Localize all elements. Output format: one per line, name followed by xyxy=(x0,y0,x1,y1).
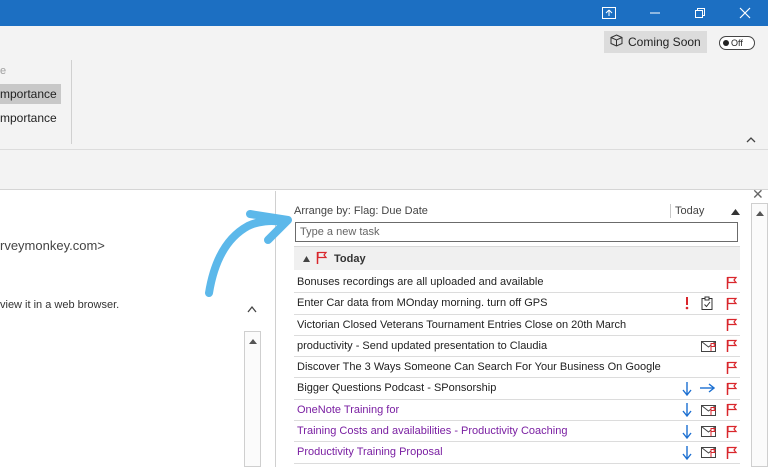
flagged-mail-icon xyxy=(701,402,717,418)
flag-icon[interactable] xyxy=(724,274,740,290)
ribbon-display-options-button[interactable] xyxy=(586,0,632,26)
task-row[interactable]: Productivity Training Proposal xyxy=(294,442,740,464)
task-row[interactable]: Discover The 3 Ways Someone Can Search F… xyxy=(294,357,740,379)
sender-address: rveymonkey.com> xyxy=(0,238,105,253)
high-importance-button[interactable]: mportance xyxy=(0,84,61,104)
flagged-mail-icon xyxy=(701,423,717,439)
minimize-icon xyxy=(649,7,661,19)
coming-soon-badge[interactable]: Coming Soon xyxy=(604,31,707,53)
task-title: Victorian Closed Veterans Tournament Ent… xyxy=(297,318,627,331)
flag-icon[interactable] xyxy=(724,317,740,333)
task-title: OneNote Training for xyxy=(297,403,400,416)
low-importance-icon xyxy=(679,423,695,439)
toggle-knob xyxy=(723,40,729,46)
task-title: Bigger Questions Podcast - SPonsorship xyxy=(297,382,497,395)
title-bar xyxy=(0,0,768,26)
task-row[interactable]: Bonuses recordings are all uploaded and … xyxy=(294,272,740,294)
flag-icon[interactable] xyxy=(724,380,740,396)
web-browser-note[interactable]: view it in a web browser. xyxy=(0,299,119,311)
low-importance-icon xyxy=(679,402,695,418)
high-importance-icon xyxy=(679,295,695,311)
task-title: Productivity Training Proposal xyxy=(297,446,443,459)
task-title: productivity - Send updated presentation… xyxy=(297,339,548,352)
task-row[interactable]: Enter Car data from MOnday morning. turn… xyxy=(294,293,740,315)
task-row[interactable]: Bigger Questions Podcast - SPonsorship xyxy=(294,378,740,400)
task-title: Bonuses recordings are all uploaded and … xyxy=(297,276,544,288)
scroll-up-icon[interactable] xyxy=(249,335,257,347)
forward-arrow-icon xyxy=(699,380,715,396)
close-pane-icon[interactable]: ✕ xyxy=(752,186,764,203)
tasks-scrollbar[interactable] xyxy=(751,203,768,467)
collapse-header-icon[interactable] xyxy=(246,304,258,317)
today-column-header[interactable]: Today xyxy=(670,204,704,218)
toggle-label: Off xyxy=(731,38,743,48)
coming-soon-toggle[interactable]: Off xyxy=(719,36,755,50)
task-title: Discover The 3 Ways Someone Can Search F… xyxy=(297,361,661,374)
ribbon-faint-label: e xyxy=(0,65,7,77)
flag-icon[interactable] xyxy=(724,359,740,375)
task-title: Training Costs and availabilities - Prod… xyxy=(297,425,568,438)
new-task-input[interactable]: Type a new task xyxy=(295,222,738,242)
low-importance-icon xyxy=(679,380,695,396)
coming-soon-label: Coming Soon xyxy=(628,35,701,49)
ribbon-gap xyxy=(0,150,768,190)
task-row[interactable]: OneNote Training for xyxy=(294,400,740,422)
todo-bar-tasks: ✕ Arrange by: Flag: Due Date Today Type … xyxy=(277,186,768,467)
scroll-up-icon[interactable] xyxy=(756,207,764,219)
task-row[interactable]: productivity - Send updated presentation… xyxy=(294,336,740,358)
sort-ascending-icon[interactable] xyxy=(731,206,740,218)
flag-icon[interactable] xyxy=(724,423,740,439)
task-row[interactable]: Training Costs and availabilities - Prod… xyxy=(294,421,740,443)
clipboard-icon xyxy=(699,295,715,311)
ribbon-display-icon xyxy=(602,7,616,19)
reading-pane: rveymonkey.com> view it in a web browser… xyxy=(0,191,276,467)
ribbon-separator xyxy=(71,60,72,144)
restore-icon xyxy=(694,7,706,19)
ribbon: e mportance mportance Coming Soon Off xyxy=(0,26,768,150)
collapse-ribbon-icon[interactable] xyxy=(745,134,757,146)
task-row[interactable]: Victorian Closed Veterans Tournament Ent… xyxy=(294,315,740,336)
task-title: Enter Car data from MOnday morning. turn… xyxy=(297,297,548,310)
minimize-button[interactable] xyxy=(632,0,678,26)
flag-icon[interactable] xyxy=(724,402,740,418)
expand-group-icon[interactable] xyxy=(303,253,310,265)
flagged-mail-icon xyxy=(701,338,717,354)
reading-pane-scrollbar[interactable] xyxy=(244,331,261,467)
low-importance-button[interactable]: mportance xyxy=(0,108,61,128)
group-label: Today xyxy=(334,252,366,265)
flagged-mail-icon xyxy=(701,444,717,460)
low-importance-icon xyxy=(679,444,695,460)
close-window-button[interactable] xyxy=(722,0,768,26)
task-list: Bonuses recordings are all uploaded and … xyxy=(294,272,740,464)
flag-icon[interactable] xyxy=(724,295,740,311)
flag-icon xyxy=(316,251,328,267)
flag-icon[interactable] xyxy=(724,444,740,460)
flag-icon[interactable] xyxy=(724,338,740,354)
close-icon xyxy=(739,7,751,19)
arrange-by-label[interactable]: Arrange by: Flag: Due Date xyxy=(294,205,428,217)
today-group-header[interactable]: Today xyxy=(294,246,740,270)
restore-button[interactable] xyxy=(677,0,723,26)
cube-icon xyxy=(610,34,623,50)
